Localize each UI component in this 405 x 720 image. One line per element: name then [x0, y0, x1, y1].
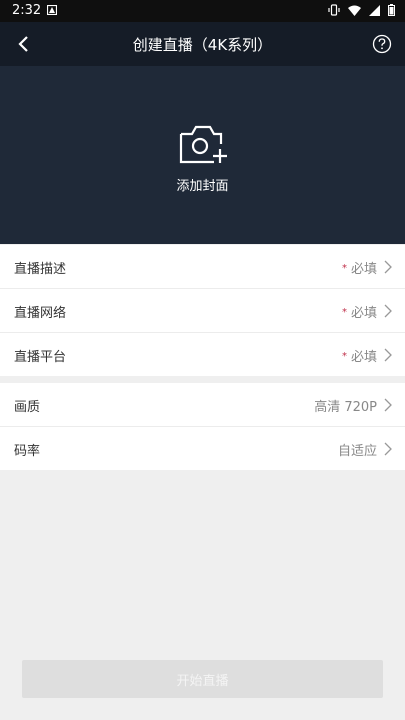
app-bar: 创建直播（4K系列）: [0, 22, 405, 66]
field-label: 直播网络: [14, 306, 67, 321]
field-value: 必填: [350, 350, 377, 365]
wifi-icon: [348, 5, 361, 16]
setting-value: 自适应: [337, 444, 377, 459]
field-value: 必填: [350, 262, 377, 277]
field-value: 必填: [350, 306, 377, 321]
signal-icon: [369, 4, 380, 16]
setting-value: 高清 720P: [314, 400, 377, 415]
help-icon[interactable]: [371, 33, 393, 55]
status-bar: 2:32: [0, 0, 405, 22]
status-time: 2:32: [12, 3, 42, 18]
field-live-description[interactable]: 直播描述 * 必填: [0, 245, 405, 289]
required-star-icon: *: [341, 307, 347, 318]
camera-add-icon: [179, 125, 227, 164]
field-live-network[interactable]: 直播网络 * 必填: [0, 289, 405, 333]
field-label: 直播平台: [14, 350, 67, 365]
setting-quality[interactable]: 画质 高清 720P: [0, 383, 405, 427]
battery-icon: [388, 4, 395, 16]
required-star-icon: *: [341, 351, 347, 362]
required-fields-group: 直播描述 * 必填 直播网络 * 必填 直播平台 * 必填: [0, 245, 405, 376]
notification-icon: [47, 5, 57, 15]
chevron-right-icon: [384, 348, 392, 362]
field-live-platform[interactable]: 直播平台 * 必填: [0, 333, 405, 376]
add-cover-label: 添加封面: [176, 179, 229, 194]
chevron-right-icon: [384, 398, 392, 412]
setting-label: 码率: [14, 444, 41, 459]
settings-group: 画质 高清 720P 码率 自适应: [0, 383, 405, 470]
chevron-right-icon: [384, 442, 392, 456]
chevron-right-icon: [384, 260, 392, 274]
chevron-right-icon: [384, 304, 392, 318]
vibrate-icon: [328, 4, 340, 16]
setting-bitrate[interactable]: 码率 自适应: [0, 427, 405, 470]
status-icons: [328, 4, 395, 16]
add-cover-area[interactable]: 添加封面: [0, 66, 405, 244]
required-star-icon: *: [341, 263, 347, 274]
start-live-button[interactable]: 开始直播: [22, 660, 383, 698]
field-label: 直播描述: [14, 262, 67, 277]
setting-label: 画质: [14, 400, 41, 415]
page-title: 创建直播（4K系列）: [132, 36, 273, 54]
